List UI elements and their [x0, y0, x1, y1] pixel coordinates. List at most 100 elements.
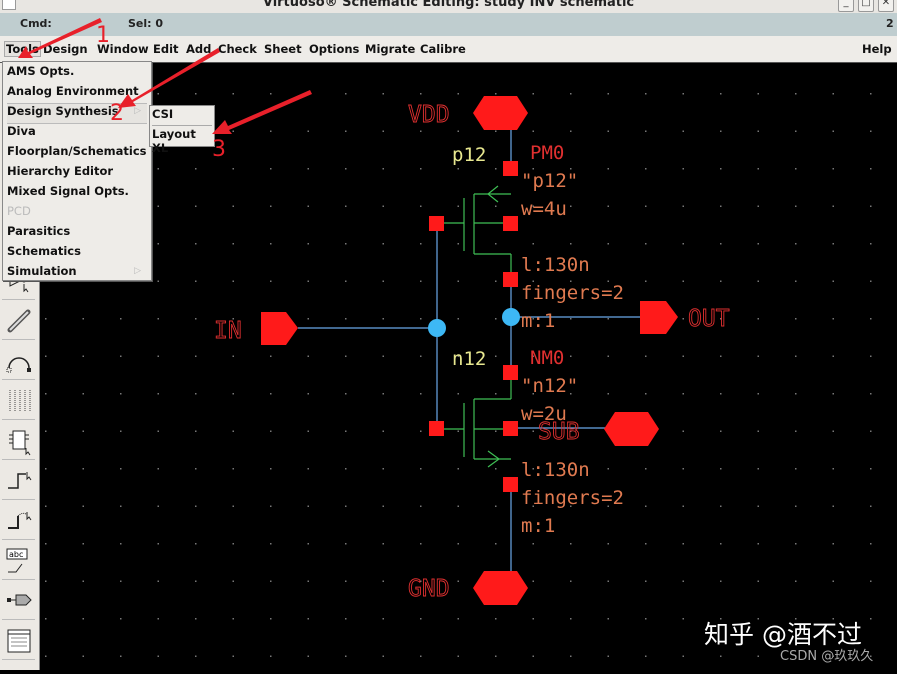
grid-dot	[82, 430, 84, 432]
grid-dot	[195, 93, 197, 95]
grid-dot	[382, 393, 384, 395]
grid-dot	[720, 543, 722, 545]
grid-dot	[607, 618, 609, 620]
grid-dot	[870, 243, 872, 245]
menu-add[interactable]: Add	[186, 42, 211, 56]
menu-item-hierarchy-editor[interactable]: Hierarchy Editor	[7, 164, 147, 183]
menu-design[interactable]: Design	[43, 42, 88, 56]
submenu-item-csi[interactable]: CSI	[152, 107, 212, 126]
schematic-canvas[interactable]: VDD GND IN OUT SUB p12 PM0 "p12" w=4u l:…	[40, 63, 897, 670]
sub-pin[interactable]	[604, 412, 659, 446]
grid-dot	[720, 468, 722, 470]
grid-dot	[532, 130, 534, 132]
grid-dot	[832, 243, 834, 245]
submenu-item-label: CSI	[152, 107, 174, 121]
menu-tools[interactable]: Tools	[4, 41, 41, 57]
gnd-pin[interactable]	[473, 571, 528, 605]
grid-dot	[345, 243, 347, 245]
grid-dot	[382, 318, 384, 320]
grid-dot	[157, 168, 159, 170]
menu-item-parasitics[interactable]: Parasitics	[7, 224, 147, 243]
grid-dot	[832, 168, 834, 170]
arc-tool[interactable]	[2, 343, 35, 380]
properties-table-icon	[7, 629, 31, 653]
grid-dot	[757, 93, 759, 95]
menu-window[interactable]: Window	[97, 42, 149, 56]
pmos-gate-terminal	[429, 216, 444, 231]
out-pin[interactable]	[640, 301, 678, 334]
grid-dot	[832, 430, 834, 432]
close-button[interactable]: ✕	[878, 0, 894, 12]
grid-dot	[157, 243, 159, 245]
schematic-drawing[interactable]: VDD GND IN OUT SUB p12 PM0 "p12" w=4u l:…	[40, 63, 897, 670]
grid-dot	[307, 543, 309, 545]
grid-dot	[682, 393, 684, 395]
vdd-pin[interactable]	[473, 96, 528, 130]
grid-dot	[120, 580, 122, 582]
grid-dot	[832, 393, 834, 395]
menu-sheet[interactable]: Sheet	[264, 42, 302, 56]
maximize-button[interactable]: □	[858, 0, 874, 12]
menu-item-diva[interactable]: Diva	[7, 124, 147, 143]
grid-dot	[870, 168, 872, 170]
grid-dot	[607, 543, 609, 545]
submenu-item-layout-xl[interactable]: Layout XL	[152, 127, 212, 155]
grid-dot	[832, 318, 834, 320]
grid-dot	[45, 468, 47, 470]
grid-dot	[682, 318, 684, 320]
grid-dot	[495, 468, 497, 470]
grid-dot	[870, 280, 872, 282]
instance-tool[interactable]	[2, 423, 35, 460]
menu-check[interactable]: Check	[218, 42, 257, 56]
pmos-fingers: fingers=2	[521, 282, 624, 304]
grid-dot	[82, 505, 84, 507]
grid-dot	[307, 468, 309, 470]
grid-dot	[832, 505, 834, 507]
grid-dot	[345, 655, 347, 657]
grid-dot	[832, 543, 834, 545]
grid-dot	[495, 318, 497, 320]
grid-dot	[382, 618, 384, 620]
grid-dot	[645, 580, 647, 582]
menu-item-analog-environment[interactable]: Analog Environment	[7, 84, 147, 103]
menu-migrate[interactable]: Migrate	[365, 42, 415, 56]
menu-item-simulation[interactable]: Simulation ▷	[7, 264, 147, 283]
grid-dot	[420, 355, 422, 357]
grid-dot	[195, 543, 197, 545]
grid-dot	[382, 430, 384, 432]
grid-dot	[45, 543, 47, 545]
menu-options[interactable]: Options	[309, 42, 359, 56]
grid-dot	[157, 93, 159, 95]
menu-item-ams-opts[interactable]: AMS Opts.	[7, 64, 147, 83]
menu-item-design-synthesis[interactable]: Design Synthesis ▷	[7, 103, 147, 124]
grid-dot	[757, 168, 759, 170]
grid-dot	[570, 205, 572, 207]
menu-item-label: Parasitics	[7, 224, 71, 238]
minimize-button[interactable]: _	[838, 0, 854, 12]
wire-step-tool[interactable]	[2, 463, 35, 500]
menu-calibre[interactable]: Calibre	[420, 42, 466, 56]
menu-item-schematics[interactable]: Schematics	[7, 244, 147, 263]
grid-dot	[157, 318, 159, 320]
properties-tool[interactable]	[2, 623, 35, 660]
menu-edit[interactable]: Edit	[153, 42, 179, 56]
pin-array-icon	[9, 390, 31, 412]
nmos-instance-name: NM0	[530, 347, 564, 369]
grid-dot	[270, 580, 272, 582]
wire-tool[interactable]	[2, 303, 35, 340]
label-tool[interactable]: abc	[2, 543, 35, 580]
pin-array-tool[interactable]	[2, 383, 35, 420]
wire-bend-tool[interactable]	[2, 503, 35, 540]
grid-dot	[682, 618, 684, 620]
menu-item-floorplan-schematics[interactable]: Floorplan/Schematics	[7, 144, 147, 163]
in-pin[interactable]	[261, 312, 298, 345]
grid-dot	[345, 93, 347, 95]
pin-tool[interactable]	[2, 583, 35, 620]
arc-icon	[6, 357, 31, 373]
grid-dot	[195, 243, 197, 245]
menu-item-mixed-signal-opts[interactable]: Mixed Signal Opts.	[7, 184, 147, 203]
grid-dot	[495, 543, 497, 545]
grid-dot	[532, 430, 534, 432]
pmos-drain-terminal	[503, 272, 518, 287]
menu-help[interactable]: Help	[862, 42, 892, 56]
